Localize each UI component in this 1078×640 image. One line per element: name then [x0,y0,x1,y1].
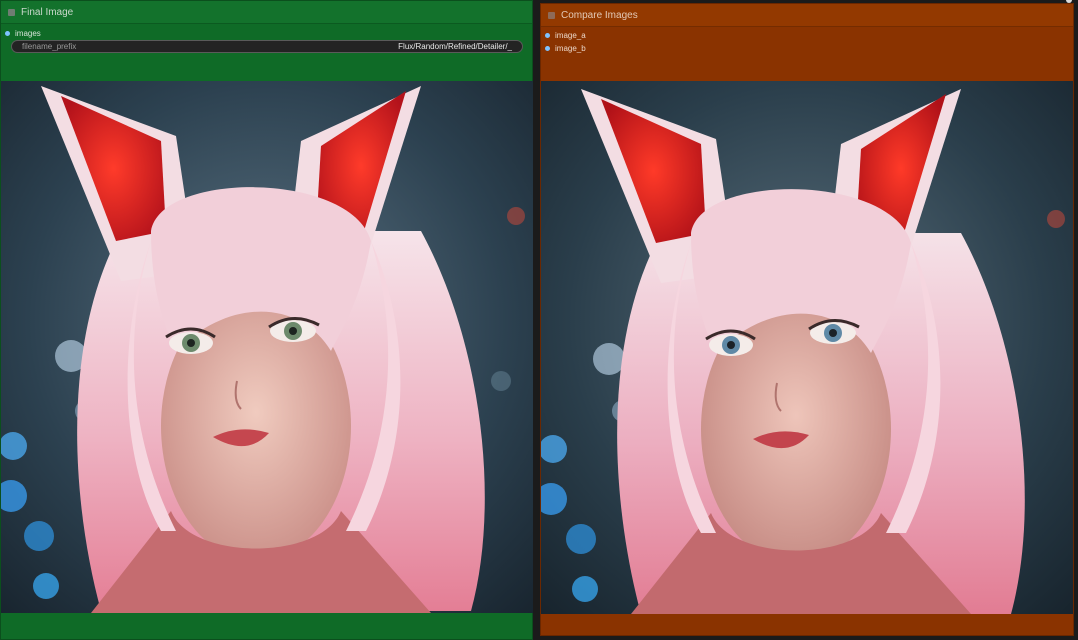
slot-label: images [15,28,41,38]
input-slot-image-b[interactable]: image_b [545,43,586,53]
input-slot-image-a[interactable]: image_a [545,30,586,40]
input-connector-icon[interactable] [545,32,550,38]
compare-images-node[interactable]: Compare Images image_a image_b [540,3,1074,636]
collapse-toggle-icon[interactable] [548,11,555,19]
portrait-image-icon [1,81,533,613]
filename-prefix-field[interactable]: filename_prefix Flux/Random/Refined/Deta… [11,40,523,53]
input-connector-icon[interactable] [545,45,550,51]
node-title: Compare Images [561,9,638,21]
widget-label: filename_prefix [22,42,77,51]
output-image-preview[interactable] [1,81,533,613]
slot-label: image_b [555,43,586,53]
node-title-bar[interactable]: Compare Images [541,4,1073,27]
node-title-bar[interactable]: Final Image [1,1,532,24]
collapse-toggle-icon[interactable] [8,8,15,16]
slot-label: image_a [555,30,586,40]
final-image-node[interactable]: Final Image images filename_prefix Flux/… [0,0,533,640]
input-connector-icon[interactable] [5,30,10,36]
portrait-image-icon [541,81,1073,614]
comparison-image-preview[interactable] [541,81,1073,614]
input-slot-images[interactable]: images [5,28,41,38]
widget-value: Flux/Random/Refined/Detailer/_ [398,42,512,51]
node-title: Final Image [21,6,74,18]
